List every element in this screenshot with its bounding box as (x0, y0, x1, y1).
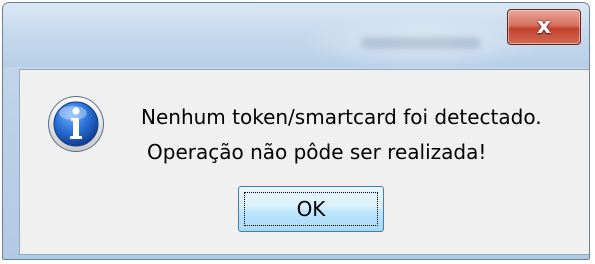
close-icon: x (536, 14, 552, 39)
close-button[interactable]: x (507, 9, 581, 45)
window-title (361, 37, 481, 49)
message-line-2: Operação não pôde ser realizada! (147, 140, 487, 164)
title-bar[interactable]: x (3, 3, 589, 67)
dialog-body: Nenhum token/smartcard foi detectado. Op… (19, 69, 589, 255)
message-box-window: x Nenhum token/smartcard foi detectado. … (2, 2, 590, 260)
ok-button-label: OK (296, 197, 326, 221)
ok-button[interactable]: OK (238, 186, 384, 232)
message-line-1: Nenhum token/smartcard foi detectado. (141, 105, 542, 129)
info-icon (48, 96, 104, 152)
message-text: Nenhum token/smartcard foi detectado. Op… (141, 100, 542, 170)
